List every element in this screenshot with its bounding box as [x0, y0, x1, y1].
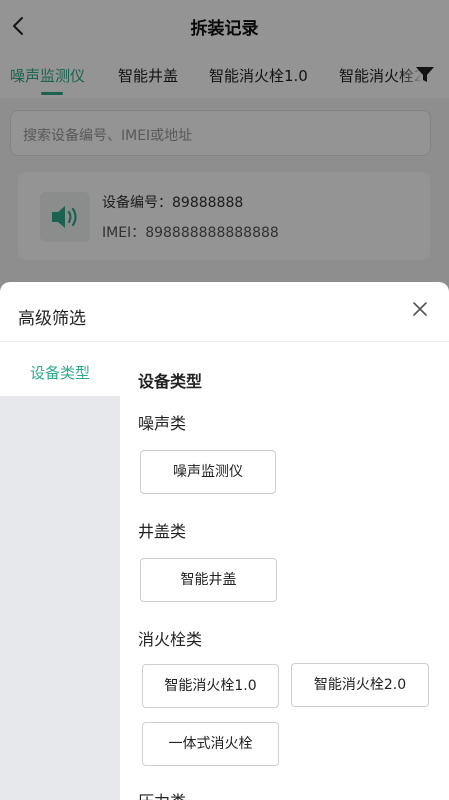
- group-title-hydrant: 消火栓类: [138, 630, 203, 649]
- group-title-pressure: 压力类: [138, 788, 186, 800]
- option-smart-hydrant-1[interactable]: 智能消火栓1.0: [142, 664, 279, 708]
- sidebar-item-device-type[interactable]: 设备类型: [0, 342, 120, 396]
- option-integrated-hydrant[interactable]: 一体式消火栓: [142, 722, 279, 766]
- close-icon[interactable]: [411, 300, 429, 318]
- group-title-manhole: 井盖类: [138, 522, 187, 541]
- advanced-filter-sheet: 高级筛选 设备类型 设备类型 噪声类 噪声监测仪 井盖类 智能井盖 消火栓类 智…: [0, 282, 449, 800]
- group-title-noise: 噪声类: [138, 414, 187, 433]
- section-header: 设备类型: [138, 372, 203, 391]
- option-smart-hydrant-2[interactable]: 智能消火栓2.0: [291, 663, 429, 707]
- filter-category-sidebar: 设备类型: [0, 342, 120, 800]
- sheet-title: 高级筛选: [18, 309, 86, 329]
- option-noise-monitor[interactable]: 噪声监测仪: [140, 450, 276, 494]
- filter-options-panel: 设备类型 噪声类 噪声监测仪 井盖类 智能井盖 消火栓类 智能消火栓1.0 智能…: [138, 342, 449, 800]
- sidebar-empty-area: [0, 396, 120, 800]
- sidebar-item-label: 设备类型: [29, 364, 90, 382]
- option-smart-manhole[interactable]: 智能井盖: [140, 558, 277, 602]
